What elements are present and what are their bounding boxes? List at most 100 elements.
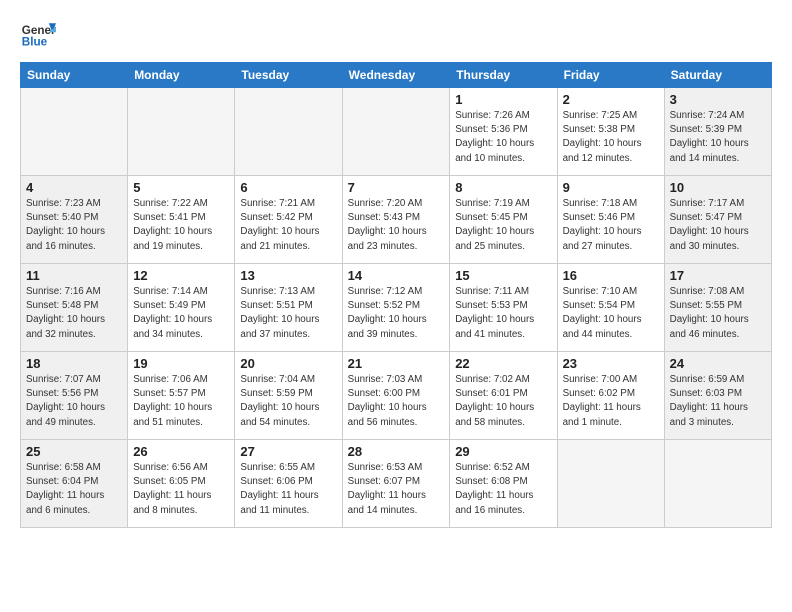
day-info: Sunrise: 6:58 AMSunset: 6:04 PMDaylight:… (26, 461, 122, 518)
day-info: Sunrise: 7:00 AMSunset: 6:02 PMDaylight:… (563, 373, 659, 430)
calendar-cell: 24 Sunrise: 6:59 AMSunset: 6:03 PMDayligh… (664, 352, 771, 440)
day-number: 28 (348, 444, 445, 459)
calendar-week-row: 11 Sunrise: 7:16 AMSunset: 5:48 PMDayligh… (21, 264, 772, 352)
day-number: 6 (240, 180, 336, 195)
day-number: 15 (455, 268, 551, 283)
calendar-cell: 9Sunrise: 7:18 AMSunset: 5:46 PMDaylight… (557, 176, 664, 264)
calendar-cell: 17Sunrise: 7:08 AMSunset: 5:55 PMDayligh… (664, 264, 771, 352)
day-number: 8 (455, 180, 551, 195)
day-info: Sunrise: 7:04 AMSunset: 5:59 PMDaylight:… (240, 373, 336, 430)
day-number: 21 (348, 356, 445, 371)
svg-text:Blue: Blue (22, 36, 48, 49)
calendar-cell: 16Sunrise: 7:10 AMSunset: 5:54 PMDayligh… (557, 264, 664, 352)
calendar-week-row: 1Sunrise: 7:26 AMSunset: 5:36 PMDaylight… (21, 88, 772, 176)
day-number: 12 (133, 268, 229, 283)
day-number: 27 (240, 444, 336, 459)
calendar-cell (21, 88, 128, 176)
day-number: 10 (670, 180, 766, 195)
calendar-cell: 23 Sunrise: 7:00 AMSunset: 6:02 PMDayligh… (557, 352, 664, 440)
weekday-header-thursday: Thursday (450, 63, 557, 88)
calendar-cell: 8 Sunrise: 7:19 AMSunset: 5:45 PMDaylight… (450, 176, 557, 264)
day-info: Sunrise: 7:22 AMSunset: 5:41 PMDaylight:… (133, 197, 229, 254)
calendar-header-row: SundayMondayTuesdayWednesdayThursdayFrid… (21, 63, 772, 88)
day-number: 3 (670, 92, 766, 107)
calendar-cell (342, 88, 450, 176)
day-info: Sunrise: 7:03 AMSunset: 6:00 PMDaylight:… (348, 373, 445, 430)
calendar-table: SundayMondayTuesdayWednesdayThursdayFrid… (20, 62, 772, 528)
day-info: Sunrise: 7:12 AMSunset: 5:52 PMDaylight:… (348, 285, 445, 342)
day-info: Sunrise: 6:59 AMSunset: 6:03 PMDaylight:… (670, 373, 766, 430)
day-info: Sunrise: 7:24 AMSunset: 5:39 PMDaylight:… (670, 109, 766, 166)
day-number: 24 (670, 356, 766, 371)
calendar-cell: 22Sunrise: 7:02 AMSunset: 6:01 PMDayligh… (450, 352, 557, 440)
calendar-cell: 4Sunrise: 7:23 AMSunset: 5:40 PMDaylight… (21, 176, 128, 264)
calendar-cell: 29 Sunrise: 6:52 AMSunset: 6:08 PMDayligh… (450, 440, 557, 528)
day-info: Sunrise: 7:11 AMSunset: 5:53 PMDaylight:… (455, 285, 551, 342)
day-info: Sunrise: 7:08 AMSunset: 5:55 PMDaylight:… (670, 285, 766, 342)
calendar-cell (664, 440, 771, 528)
day-number: 25 (26, 444, 122, 459)
day-info: Sunrise: 7:06 AMSunset: 5:57 PMDaylight:… (133, 373, 229, 430)
calendar-cell: 3 Sunrise: 7:24 AMSunset: 5:39 PMDaylight… (664, 88, 771, 176)
weekday-header-tuesday: Tuesday (235, 63, 342, 88)
weekday-header-friday: Friday (557, 63, 664, 88)
calendar-cell: 10 Sunrise: 7:17 AMSunset: 5:47 PMDayligh… (664, 176, 771, 264)
calendar-cell: 26 Sunrise: 6:56 AMSunset: 6:05 PMDayligh… (128, 440, 235, 528)
calendar-cell (235, 88, 342, 176)
day-info: Sunrise: 7:19 AMSunset: 5:45 PMDaylight:… (455, 197, 551, 254)
logo: General Blue (20, 16, 62, 52)
day-info: Sunrise: 7:21 AMSunset: 5:42 PMDaylight:… (240, 197, 336, 254)
calendar-cell: 12 Sunrise: 7:14 AMSunset: 5:49 PMDayligh… (128, 264, 235, 352)
day-info: Sunrise: 6:52 AMSunset: 6:08 PMDaylight:… (455, 461, 551, 518)
logo-icon: General Blue (20, 16, 56, 52)
day-info: Sunrise: 7:10 AMSunset: 5:54 PMDaylight:… (563, 285, 659, 342)
calendar-cell: 27 Sunrise: 6:55 AMSunset: 6:06 PMDayligh… (235, 440, 342, 528)
calendar-cell: 20 Sunrise: 7:04 AMSunset: 5:59 PMDayligh… (235, 352, 342, 440)
calendar-week-row: 18 Sunrise: 7:07 AMSunset: 5:56 PMDayligh… (21, 352, 772, 440)
day-info: Sunrise: 7:18 AMSunset: 5:46 PMDaylight:… (563, 197, 659, 254)
weekday-header-sunday: Sunday (21, 63, 128, 88)
day-number: 19 (133, 356, 229, 371)
calendar-cell: 28 Sunrise: 6:53 AMSunset: 6:07 PMDayligh… (342, 440, 450, 528)
day-number: 23 (563, 356, 659, 371)
day-number: 1 (455, 92, 551, 107)
day-info: Sunrise: 6:55 AMSunset: 6:06 PMDaylight:… (240, 461, 336, 518)
day-info: Sunrise: 6:56 AMSunset: 6:05 PMDaylight:… (133, 461, 229, 518)
day-info: Sunrise: 7:07 AMSunset: 5:56 PMDaylight:… (26, 373, 122, 430)
calendar-week-row: 4Sunrise: 7:23 AMSunset: 5:40 PMDaylight… (21, 176, 772, 264)
day-info: Sunrise: 7:17 AMSunset: 5:47 PMDaylight:… (670, 197, 766, 254)
day-number: 14 (348, 268, 445, 283)
calendar-week-row: 25 Sunrise: 6:58 AMSunset: 6:04 PMDayligh… (21, 440, 772, 528)
calendar-cell: 13 Sunrise: 7:13 AMSunset: 5:51 PMDayligh… (235, 264, 342, 352)
day-number: 29 (455, 444, 551, 459)
page-header: General Blue (20, 16, 772, 52)
day-info: Sunrise: 7:02 AMSunset: 6:01 PMDaylight:… (455, 373, 551, 430)
day-number: 13 (240, 268, 336, 283)
day-number: 2 (563, 92, 659, 107)
calendar-cell: 19 Sunrise: 7:06 AMSunset: 5:57 PMDayligh… (128, 352, 235, 440)
day-info: Sunrise: 7:25 AMSunset: 5:38 PMDaylight:… (563, 109, 659, 166)
day-info: Sunrise: 7:14 AMSunset: 5:49 PMDaylight:… (133, 285, 229, 342)
day-number: 11 (26, 268, 122, 283)
day-number: 5 (133, 180, 229, 195)
weekday-header-saturday: Saturday (664, 63, 771, 88)
calendar-cell: 18 Sunrise: 7:07 AMSunset: 5:56 PMDayligh… (21, 352, 128, 440)
day-number: 7 (348, 180, 445, 195)
day-number: 18 (26, 356, 122, 371)
calendar-cell (557, 440, 664, 528)
calendar-cell: 21 Sunrise: 7:03 AMSunset: 6:00 PMDayligh… (342, 352, 450, 440)
day-number: 26 (133, 444, 229, 459)
calendar-cell: 15 Sunrise: 7:11 AMSunset: 5:53 PMDayligh… (450, 264, 557, 352)
day-info: Sunrise: 6:53 AMSunset: 6:07 PMDaylight:… (348, 461, 445, 518)
calendar-cell: 2 Sunrise: 7:25 AMSunset: 5:38 PMDaylight… (557, 88, 664, 176)
day-info: Sunrise: 7:20 AMSunset: 5:43 PMDaylight:… (348, 197, 445, 254)
calendar-cell: 5 Sunrise: 7:22 AMSunset: 5:41 PMDaylight… (128, 176, 235, 264)
calendar-cell: 25 Sunrise: 6:58 AMSunset: 6:04 PMDayligh… (21, 440, 128, 528)
weekday-header-wednesday: Wednesday (342, 63, 450, 88)
calendar-cell: 11 Sunrise: 7:16 AMSunset: 5:48 PMDayligh… (21, 264, 128, 352)
day-info: Sunrise: 7:13 AMSunset: 5:51 PMDaylight:… (240, 285, 336, 342)
weekday-header-monday: Monday (128, 63, 235, 88)
day-number: 20 (240, 356, 336, 371)
day-info: Sunrise: 7:16 AMSunset: 5:48 PMDaylight:… (26, 285, 122, 342)
calendar-cell: 7 Sunrise: 7:20 AMSunset: 5:43 PMDaylight… (342, 176, 450, 264)
